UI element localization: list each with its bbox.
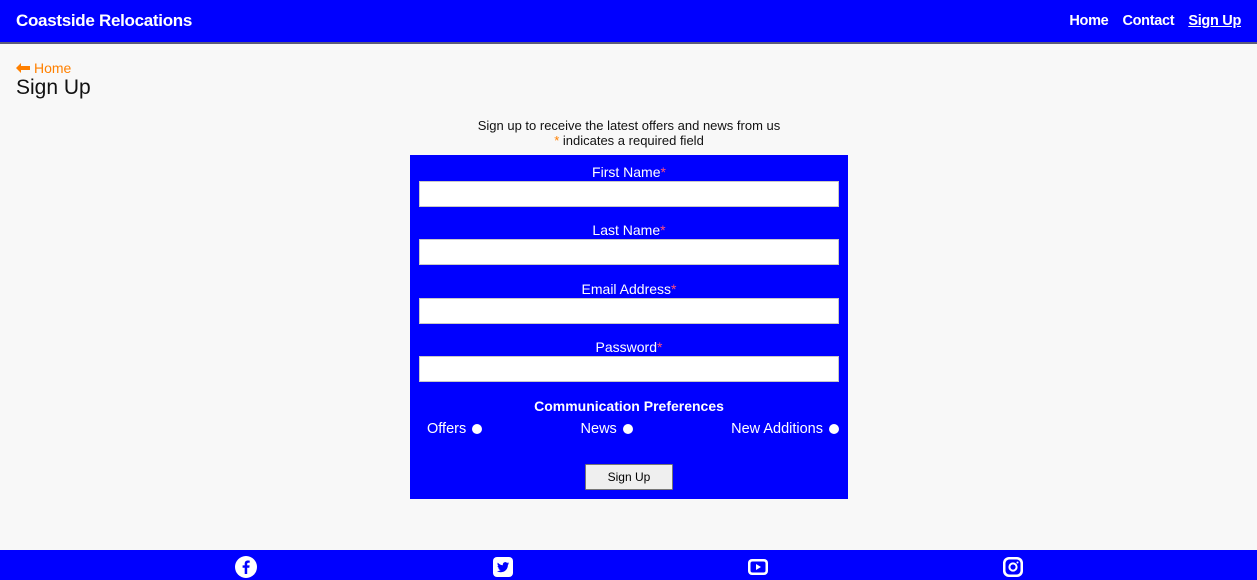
site-header: Coastside Relocations Home Contact Sign … bbox=[0, 0, 1257, 44]
email-input[interactable] bbox=[419, 298, 839, 324]
pref-news[interactable]: News bbox=[581, 421, 633, 437]
signup-form: First Name* Last Name* Email Address* Pa… bbox=[410, 155, 848, 499]
password-input[interactable] bbox=[419, 356, 839, 382]
pref-new-additions-radio[interactable] bbox=[829, 424, 839, 434]
pref-news-label: News bbox=[580, 421, 617, 437]
youtube-icon[interactable] bbox=[747, 556, 769, 578]
nav-home-link[interactable]: Home bbox=[1069, 13, 1108, 29]
last-name-label: Last Name* bbox=[592, 222, 666, 238]
required-note: * indicates a required field bbox=[410, 133, 848, 148]
instagram-icon[interactable] bbox=[1002, 556, 1024, 578]
brand-logo[interactable]: Coastside Relocations bbox=[16, 11, 192, 31]
page-title: Sign Up bbox=[16, 76, 91, 99]
email-label: Email Address* bbox=[581, 281, 677, 297]
back-link-label: Home bbox=[34, 60, 72, 76]
pref-offers-label: Offers bbox=[427, 421, 467, 437]
required-note-text: indicates a required field bbox=[559, 133, 704, 148]
nav-signup-link[interactable]: Sign Up bbox=[1188, 13, 1241, 29]
first-name-input[interactable] bbox=[419, 181, 839, 207]
facebook-icon[interactable] bbox=[235, 556, 257, 578]
nav-contact-link[interactable]: Contact bbox=[1122, 13, 1174, 29]
pref-offers[interactable]: Offers bbox=[427, 421, 483, 437]
first-name-field: First Name* bbox=[419, 163, 839, 207]
last-name-input[interactable] bbox=[419, 239, 839, 265]
twitter-icon[interactable] bbox=[492, 556, 514, 578]
main-nav: Home Contact Sign Up bbox=[1069, 13, 1241, 29]
pref-new-additions[interactable]: New Additions bbox=[731, 421, 839, 437]
email-field: Email Address* bbox=[419, 280, 839, 324]
pref-news-radio[interactable] bbox=[622, 424, 633, 434]
back-home-link[interactable]: Home bbox=[16, 60, 71, 76]
intro-text: Sign up to receive the latest offers and… bbox=[410, 118, 848, 148]
last-name-field: Last Name* bbox=[419, 221, 839, 265]
prefs-group: Offers News New Additions bbox=[427, 421, 839, 437]
signup-submit-button[interactable]: Sign Up bbox=[585, 464, 673, 490]
pref-new-additions-label: New Additions bbox=[731, 421, 823, 437]
site-footer bbox=[0, 550, 1257, 580]
arrow-left-icon bbox=[16, 61, 30, 75]
intro-line: Sign up to receive the latest offers and… bbox=[477, 118, 781, 133]
first-name-label: First Name* bbox=[592, 164, 666, 180]
password-label: Password* bbox=[595, 339, 663, 355]
password-field: Password* bbox=[419, 338, 839, 382]
prefs-title: Communication Preferences bbox=[534, 398, 724, 414]
pref-offers-radio[interactable] bbox=[472, 424, 483, 434]
